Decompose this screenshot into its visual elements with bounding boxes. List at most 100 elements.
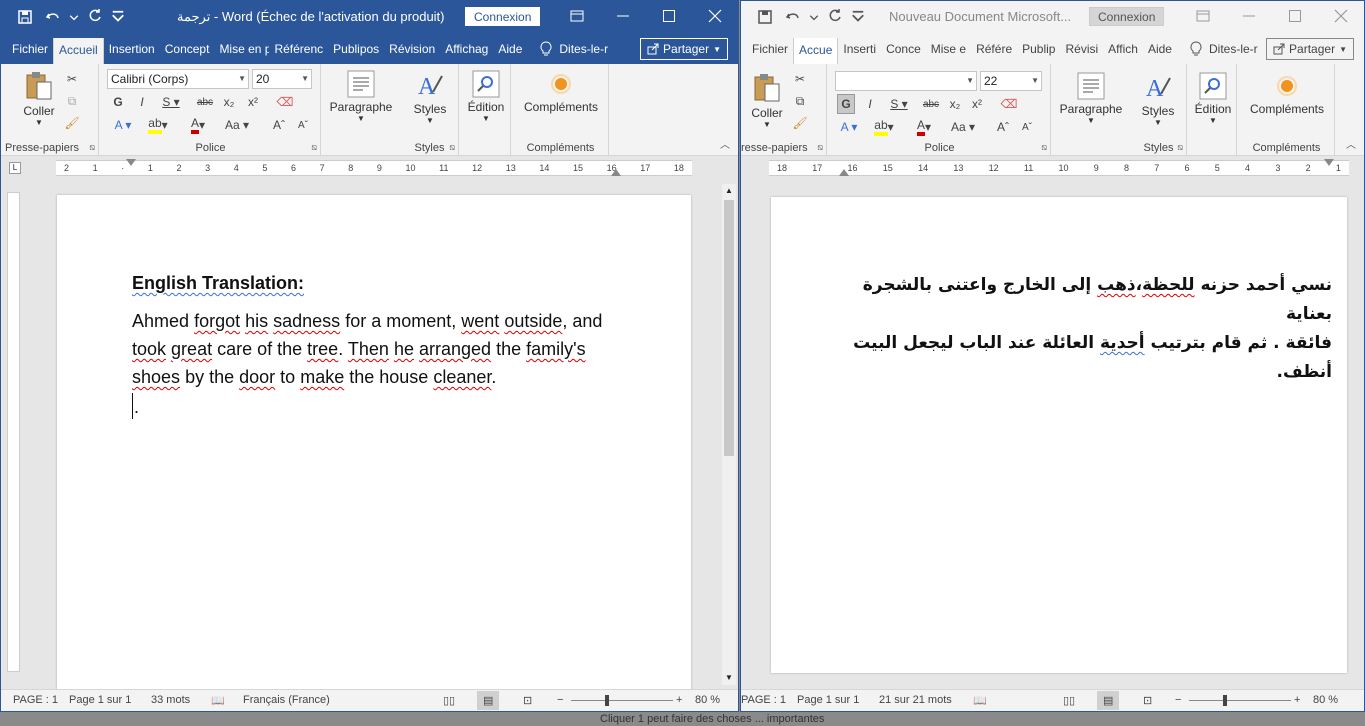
tab-references[interactable]: Référe xyxy=(971,34,1017,64)
styles-button[interactable]: A Styles ▼ xyxy=(407,70,453,125)
font-name-combo[interactable]: Calibri (Corps) ▼ xyxy=(107,69,249,89)
tab-publipostage[interactable]: Publip xyxy=(1017,34,1060,64)
zoom-level[interactable]: 80 % xyxy=(695,694,720,706)
dialog-launcher-icon[interactable]: ⧅ xyxy=(89,142,95,153)
font-size-combo[interactable]: 20 ▼ xyxy=(252,69,312,89)
zoom-slider[interactable] xyxy=(571,695,673,706)
zoom-out-icon[interactable]: − xyxy=(557,694,563,706)
tab-insertion[interactable]: Inserti xyxy=(838,34,881,64)
print-layout-icon[interactable]: ▤ xyxy=(477,691,500,710)
italic-icon[interactable]: I xyxy=(863,95,877,113)
text-effects-icon[interactable]: A ▾ xyxy=(837,118,861,136)
format-painter-icon[interactable]: 🖌 xyxy=(63,114,81,132)
paste-button[interactable]: Coller ▼ xyxy=(747,72,787,129)
read-mode-icon[interactable]: ▯▯ xyxy=(443,694,455,707)
tab-references[interactable]: Référenc xyxy=(269,34,328,64)
subscript-icon[interactable]: x₂ xyxy=(947,95,963,113)
document-page[interactable]: نسي أحمد حزنه للحظة،ذهب إلى الخارج واعتن… xyxy=(771,197,1347,673)
collapse-ribbon-icon[interactable]: ︿ xyxy=(1346,136,1356,151)
undo-icon[interactable] xyxy=(41,7,65,27)
share-button[interactable]: Partager ▼ xyxy=(640,38,728,60)
read-mode-icon[interactable]: ▯▯ xyxy=(1063,694,1075,707)
save-icon[interactable] xyxy=(13,7,37,27)
highlight-icon[interactable]: ab ▾ xyxy=(145,116,171,134)
change-case-icon[interactable]: Aa ▾ xyxy=(223,116,251,134)
shrink-font-icon[interactable]: Aˇ xyxy=(1019,118,1035,136)
paragraph-button[interactable]: Paragraphe ▼ xyxy=(327,70,395,123)
tab-fichier[interactable]: Fichier xyxy=(7,34,53,64)
zoom-slider-thumb[interactable] xyxy=(605,695,609,706)
tab-fichier[interactable]: Fichier xyxy=(747,34,793,64)
undo-icon[interactable] xyxy=(781,7,805,27)
addins-button[interactable]: Compléments xyxy=(517,70,605,114)
tab-insertion[interactable]: Insertion xyxy=(104,34,160,64)
customize-toolbar-icon[interactable] xyxy=(111,7,125,27)
tab-publipostage[interactable]: Publipos xyxy=(328,34,384,64)
horizontal-ruler[interactable]: 18 17 16 15 14 13 12 11 10 9 8 7 6 5 4 3 2 1 xyxy=(769,159,1349,176)
scrollbar-thumb[interactable] xyxy=(724,200,734,456)
editing-button[interactable]: Édition ▼ xyxy=(463,70,509,123)
undo-dropdown-icon[interactable] xyxy=(69,7,79,27)
italic-icon[interactable]: I xyxy=(135,93,149,111)
zoom-level[interactable]: 80 % xyxy=(1313,694,1338,706)
clear-formatting-icon[interactable]: ⌫ xyxy=(277,93,294,111)
tab-aide[interactable]: Aide xyxy=(1143,34,1177,64)
scroll-up-icon[interactable]: ▲ xyxy=(722,184,736,198)
copy-icon[interactable]: ⧉ xyxy=(63,92,81,110)
connexion-button[interactable]: Connexion xyxy=(465,7,541,26)
zoom-in-icon[interactable]: + xyxy=(1294,694,1300,706)
right-indent-marker-icon[interactable] xyxy=(1324,159,1334,166)
clear-formatting-icon[interactable]: ⌫ xyxy=(1001,95,1018,113)
cut-icon[interactable]: ✂ xyxy=(63,70,81,88)
styles-button[interactable]: A Styles ▼ xyxy=(1135,72,1181,127)
proofing-icon[interactable]: 📖 xyxy=(973,694,987,707)
close-icon[interactable] xyxy=(692,1,738,31)
dialog-launcher-icon[interactable]: ⧅ xyxy=(311,142,317,153)
superscript-icon[interactable]: x² xyxy=(969,95,985,113)
redo-icon[interactable] xyxy=(83,7,107,27)
tab-affichage[interactable]: Affichag xyxy=(440,34,493,64)
tab-revision[interactable]: Révisi xyxy=(1060,34,1103,64)
maximize-icon[interactable] xyxy=(1272,1,1318,31)
paste-button[interactable]: Coller ▼ xyxy=(19,70,59,127)
minimize-icon[interactable] xyxy=(1226,1,1272,31)
web-layout-icon[interactable]: ⊡ xyxy=(523,694,532,707)
vertical-scrollbar[interactable]: ▲ ▼ xyxy=(722,184,736,685)
ribbon-display-options-icon[interactable] xyxy=(1180,1,1226,31)
bold-icon[interactable]: G xyxy=(837,94,855,114)
zoom-in-icon[interactable]: + xyxy=(676,694,682,706)
tab-mise-en-page[interactable]: Mise en p xyxy=(214,34,269,64)
superscript-icon[interactable]: x² xyxy=(245,93,261,111)
save-icon[interactable] xyxy=(753,7,777,27)
zoom-out-icon[interactable]: − xyxy=(1175,694,1181,706)
vertical-ruler[interactable] xyxy=(7,192,20,672)
tell-me-box[interactable]: Dites-le-r xyxy=(539,41,608,57)
format-painter-icon[interactable]: 🖌 xyxy=(791,114,809,132)
zoom-slider-thumb[interactable] xyxy=(1223,695,1227,706)
status-word-count[interactable]: 33 mots xyxy=(151,694,190,706)
paragraph-button[interactable]: Paragraphe ▼ xyxy=(1057,72,1125,125)
proofing-icon[interactable]: 📖 xyxy=(211,694,225,707)
tab-conception[interactable]: Conce xyxy=(881,34,926,64)
grow-font-icon[interactable]: Aˆ xyxy=(995,118,1011,136)
print-layout-icon[interactable]: ▤ xyxy=(1097,691,1120,710)
tell-me-box[interactable]: Dites-le-r xyxy=(1189,41,1258,57)
ruler-corner[interactable]: L xyxy=(9,162,21,174)
zoom-slider[interactable] xyxy=(1189,695,1291,706)
document-body[interactable]: نسي أحمد حزنه للحظة،ذهب إلى الخارج واعتن… xyxy=(832,271,1332,387)
font-color-icon[interactable]: A ▾ xyxy=(185,116,211,134)
maximize-icon[interactable] xyxy=(646,1,692,31)
indent-marker-icon[interactable] xyxy=(126,159,136,166)
scroll-down-icon[interactable]: ▼ xyxy=(722,671,736,685)
subscript-icon[interactable]: x₂ xyxy=(221,93,237,111)
change-case-icon[interactable]: Aa ▾ xyxy=(949,118,977,136)
close-icon[interactable] xyxy=(1318,1,1364,31)
customize-toolbar-icon[interactable] xyxy=(851,7,865,27)
bold-icon[interactable]: G xyxy=(111,93,125,111)
connexion-button[interactable]: Connexion xyxy=(1089,7,1165,26)
font-size-combo[interactable]: 22 ▼ xyxy=(980,71,1042,91)
underline-icon[interactable]: S ▾ xyxy=(159,93,183,111)
tab-revision[interactable]: Révision xyxy=(384,34,440,64)
status-language[interactable]: Français (France) xyxy=(243,694,330,706)
share-button[interactable]: Partager ▼ xyxy=(1266,38,1354,60)
